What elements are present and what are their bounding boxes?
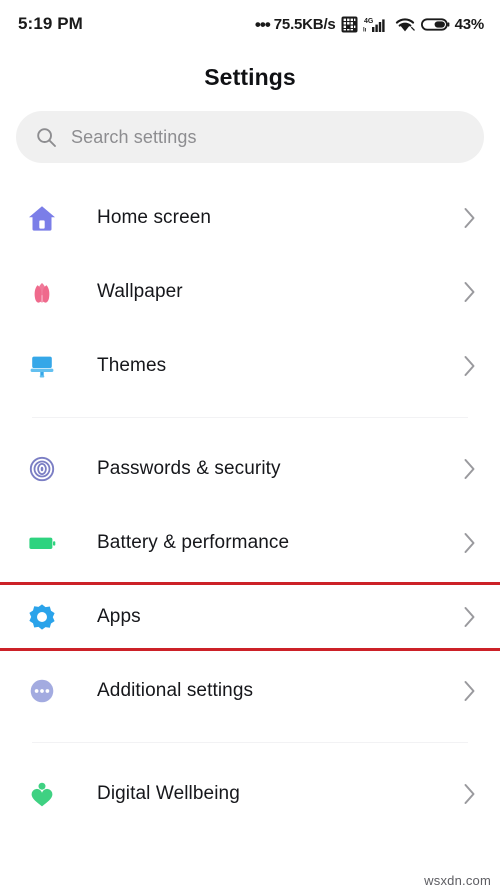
chevron-right-icon <box>461 677 478 705</box>
settings-row-label: Wallpaper <box>97 281 183 302</box>
chevron-right-icon <box>461 352 478 380</box>
settings-row-additional-settings[interactable]: Additional settings <box>0 654 500 728</box>
settings-row-label: Additional settings <box>97 680 254 701</box>
search-container: Search settings <box>0 96 500 163</box>
settings-group: Home screen Wallpaper Themes <box>0 181 500 403</box>
settings-row-label: Digital Wellbeing <box>97 783 240 804</box>
status-bar-indicators: ••• 75.5KB/s 4G lı 43% <box>255 16 484 33</box>
settings-row-themes[interactable]: Themes <box>0 329 500 403</box>
settings-row-label: Home screen <box>97 207 212 228</box>
settings-row-home-screen[interactable]: Home screen <box>0 181 500 255</box>
status-bar: 5:19 PM ••• 75.5KB/s 4G lı 43% <box>0 0 500 48</box>
settings-row-passwords-security[interactable]: Passwords & security <box>0 432 500 506</box>
battery-percent-label: 43% <box>454 15 485 33</box>
gear-icon <box>26 601 70 633</box>
three-dots-circle-icon <box>26 675 70 707</box>
settings-row-label: Passwords & security <box>97 458 281 479</box>
settings-row-wallpaper[interactable]: Wallpaper <box>0 255 500 329</box>
chevron-right-icon <box>461 780 478 808</box>
settings-row-apps[interactable]: Apps <box>0 580 500 654</box>
svg-text:lı: lı <box>363 27 367 33</box>
settings-row-digital-wellbeing[interactable]: Digital Wellbeing <box>0 757 500 831</box>
chevron-right-icon <box>461 204 478 232</box>
status-bar-time: 5:19 PM <box>18 14 83 33</box>
fingerprint-icon <box>26 453 70 485</box>
settings-list: Home screen Wallpaper Themes Passwords &… <box>0 163 500 831</box>
svg-text:4G: 4G <box>364 18 374 25</box>
settings-row-battery-performance[interactable]: Battery & performance <box>0 506 500 580</box>
tulip-icon <box>26 276 70 308</box>
heart-person-icon <box>26 778 70 810</box>
search-placeholder: Search settings <box>71 126 197 147</box>
vpn-key-icon <box>341 16 358 32</box>
search-input[interactable]: Search settings <box>16 111 484 163</box>
network-speed-label: 75.5KB/s <box>273 15 336 33</box>
chevron-right-icon <box>461 278 478 306</box>
battery-icon <box>420 17 449 31</box>
overflow-dots-icon: ••• <box>254 14 271 34</box>
group-divider <box>32 417 468 418</box>
paint-brush-icon <box>26 350 70 382</box>
chevron-right-icon <box>461 455 478 483</box>
settings-group: Digital Wellbeing <box>0 757 500 831</box>
search-icon <box>37 127 56 147</box>
signal-bars-icon: 4G lı <box>363 18 385 33</box>
chevron-right-icon <box>461 603 478 631</box>
wifi-icon <box>395 17 415 31</box>
home-icon <box>26 202 70 234</box>
settings-row-label: Themes <box>97 355 167 376</box>
watermark: wsxdn.com <box>424 873 491 888</box>
settings-group: Passwords & security Battery & performan… <box>0 432 500 728</box>
page-title: Settings <box>204 64 296 90</box>
battery-icon <box>26 527 70 559</box>
group-divider <box>32 742 468 743</box>
settings-row-label: Apps <box>97 606 141 627</box>
settings-row-label: Battery & performance <box>97 532 290 553</box>
chevron-right-icon <box>461 529 478 557</box>
